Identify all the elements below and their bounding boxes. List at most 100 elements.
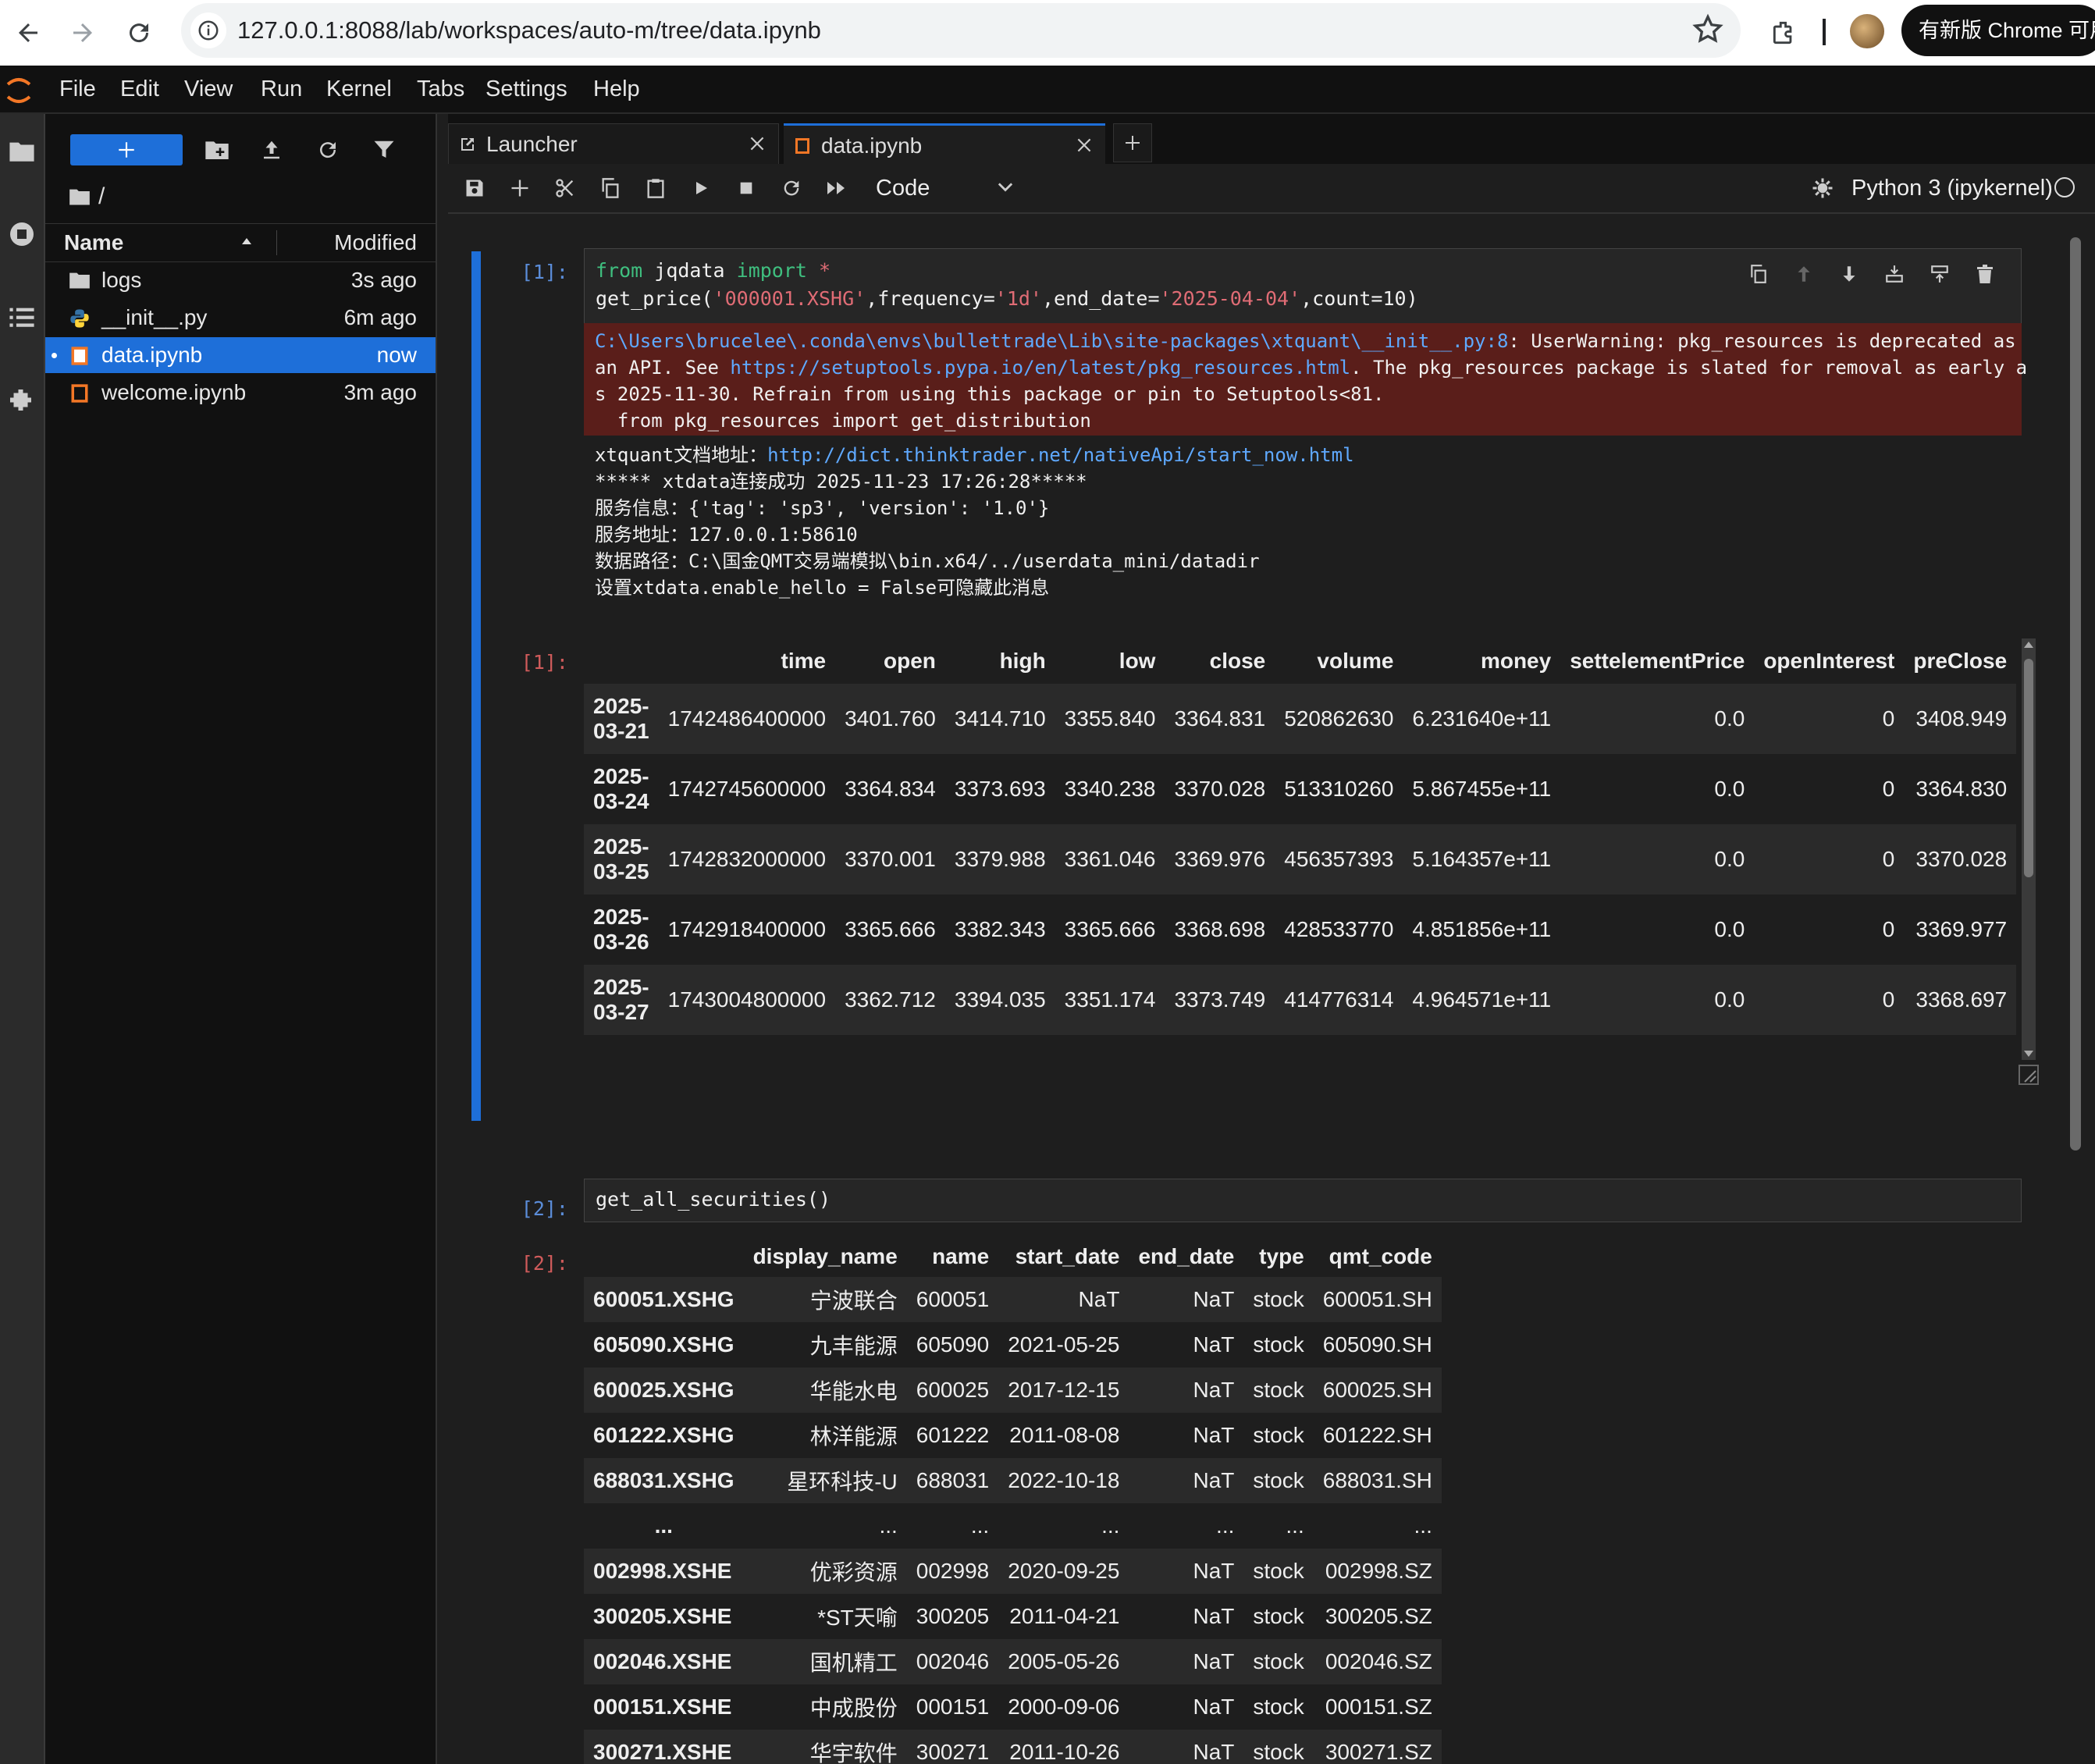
dataframe-output-scroll[interactable]: time open high low close volume money se… — [584, 638, 2022, 1060]
menu-view[interactable]: View — [184, 66, 233, 112]
table-of-contents-icon[interactable] — [3, 298, 41, 336]
bookmark-star-icon[interactable] — [1691, 12, 1725, 47]
tab-launcher[interactable]: Launcher — [448, 123, 779, 164]
scroll-up-icon[interactable] — [2023, 640, 2034, 649]
tab-data-ipynb[interactable]: data.ipynb — [784, 123, 1105, 164]
table-cell: 2021-05-25 — [1008, 1332, 1120, 1357]
code-editor[interactable]: from jqdata import * get_price('000001.X… — [584, 248, 2022, 325]
resize-handle-icon[interactable] — [2019, 1065, 2039, 1085]
table-cell: 002046 — [916, 1649, 990, 1673]
file-browser-icon[interactable] — [3, 133, 41, 170]
row-index-line: 03-25 — [593, 859, 649, 884]
restart-run-all-icon[interactable] — [818, 169, 855, 207]
close-icon[interactable] — [747, 133, 767, 154]
run-icon[interactable] — [682, 169, 720, 207]
table-cell: 300205.SZ — [1325, 1604, 1432, 1628]
table-cell: 2011-04-21 — [1009, 1604, 1120, 1628]
move-up-icon[interactable] — [1788, 258, 1819, 290]
stderr-line: s 2025-11-30. Refrain from using this pa… — [595, 383, 1385, 405]
file-row-init-py[interactable]: __init__.py 6m ago — [45, 300, 436, 336]
table-row: 300271.XSHE 华宇软件 300271 2011-10-26 NaT stock 3… — [584, 1730, 1442, 1764]
table-cell: 2005-05-26 — [1008, 1649, 1120, 1673]
duplicate-cell-icon[interactable] — [1743, 258, 1774, 290]
code-token: jqdata — [642, 259, 737, 282]
chrome-update-button[interactable]: 有新版 Chrome 可用 — [1901, 5, 2095, 56]
table-cell: 华宇软件 — [809, 1741, 898, 1764]
table-cell: NaT — [1193, 1332, 1235, 1357]
insert-above-icon[interactable] — [1879, 258, 1910, 290]
menu-help[interactable]: Help — [593, 66, 640, 112]
table-cell: 3355.840 — [1064, 706, 1156, 731]
output-scrollbar-thumb[interactable] — [2024, 659, 2033, 877]
new-launcher-button[interactable] — [70, 134, 183, 165]
file-name: welcome.ipynb — [101, 380, 247, 404]
sort-ascending-icon[interactable] — [240, 237, 253, 247]
save-icon[interactable] — [456, 169, 493, 207]
menu-run[interactable]: Run — [261, 66, 302, 112]
address-bar[interactable]: 127.0.0.1:8088/lab/workspaces/auto-m/tre… — [181, 3, 1741, 58]
table-cell: NaT — [1193, 1695, 1235, 1719]
extensions-icon[interactable] — [1762, 11, 1806, 55]
table-cell: 0.0 — [1714, 847, 1745, 871]
warning-file-path[interactable]: C:\Users\brucelee\.conda\envs\bullettrad… — [595, 330, 1508, 352]
reload-icon[interactable] — [117, 11, 161, 55]
open-file-indicator — [52, 353, 57, 358]
add-tab-button[interactable] — [1113, 123, 1152, 162]
cell-type-select[interactable]: Code — [876, 164, 930, 212]
menu-settings[interactable]: Settings — [486, 66, 567, 112]
column-header-modified[interactable]: Modified — [334, 224, 417, 261]
close-icon[interactable] — [1074, 135, 1094, 155]
column-divider[interactable] — [276, 230, 277, 255]
chevron-down-icon[interactable] — [994, 176, 1016, 198]
column-header: open — [883, 649, 936, 673]
delete-cell-icon[interactable] — [1969, 258, 2001, 290]
filter-icon[interactable] — [365, 131, 403, 169]
code-editor[interactable]: get_all_securities() — [584, 1179, 2022, 1222]
extension-manager-icon[interactable] — [3, 382, 41, 420]
file-row-logs[interactable]: logs 3s ago — [45, 262, 436, 298]
table-cell: 优彩资源 — [809, 1560, 898, 1584]
refresh-icon[interactable] — [309, 131, 347, 169]
toolbar-separator — [1823, 19, 1826, 45]
notebook-scrollbar-thumb[interactable] — [2070, 237, 2081, 1151]
menu-kernel[interactable]: Kernel — [326, 66, 392, 112]
cut-icon[interactable] — [546, 169, 584, 207]
upload-icon[interactable] — [253, 131, 290, 169]
move-down-icon[interactable] — [1834, 258, 1865, 290]
stdout-link[interactable]: http://dict.thinktrader.net/nativeApi/st… — [767, 444, 1353, 466]
new-folder-icon[interactable] — [198, 131, 236, 169]
back-icon[interactable] — [6, 11, 50, 55]
table-cell: 2017-12-15 — [1008, 1378, 1120, 1402]
profile-avatar[interactable] — [1850, 14, 1884, 48]
menu-file[interactable]: File — [59, 66, 96, 112]
file-row-welcome-ipynb[interactable]: welcome.ipynb 3m ago — [45, 375, 436, 411]
copy-icon[interactable] — [592, 169, 629, 207]
restart-kernel-icon[interactable] — [773, 169, 810, 207]
table-cell: 600051.SH — [1322, 1287, 1432, 1311]
interrupt-icon[interactable] — [727, 169, 765, 207]
site-info-icon[interactable] — [190, 12, 226, 48]
insert-below-icon[interactable] — [1924, 258, 1955, 290]
url-text[interactable]: 127.0.0.1:8088/lab/workspaces/auto-m/tre… — [237, 3, 821, 58]
paste-icon[interactable] — [637, 169, 674, 207]
insert-cell-icon[interactable] — [501, 169, 539, 207]
column-header: type — [1259, 1244, 1304, 1268]
breadcrumb-path[interactable]: / — [98, 183, 105, 210]
cell-output-collapser[interactable] — [471, 328, 481, 1121]
running-sessions-icon[interactable] — [3, 215, 41, 253]
table-cell: 000151 — [916, 1695, 990, 1719]
table-cell: 2022-10-18 — [1008, 1468, 1120, 1492]
kernel-name[interactable]: Python 3 (ipykernel) — [1851, 164, 2053, 212]
menu-edit[interactable]: Edit — [120, 66, 159, 112]
table-cell: 3364.830 — [1915, 777, 2008, 801]
breadcrumb[interactable]: / — [69, 181, 105, 212]
stderr-link[interactable]: https://setuptools.pypa.io/en/latest/pkg… — [730, 357, 1350, 379]
column-header-name[interactable]: Name — [64, 224, 123, 261]
forward-icon[interactable] — [61, 11, 105, 55]
table-cell: 0.0 — [1714, 706, 1745, 731]
debugger-icon[interactable] — [1811, 176, 1834, 200]
file-row-data-ipynb[interactable]: data.ipynb now — [45, 337, 436, 373]
cell-input-collapser[interactable] — [471, 251, 481, 328]
scroll-down-icon[interactable] — [2023, 1049, 2034, 1058]
menu-tabs[interactable]: Tabs — [417, 66, 464, 112]
